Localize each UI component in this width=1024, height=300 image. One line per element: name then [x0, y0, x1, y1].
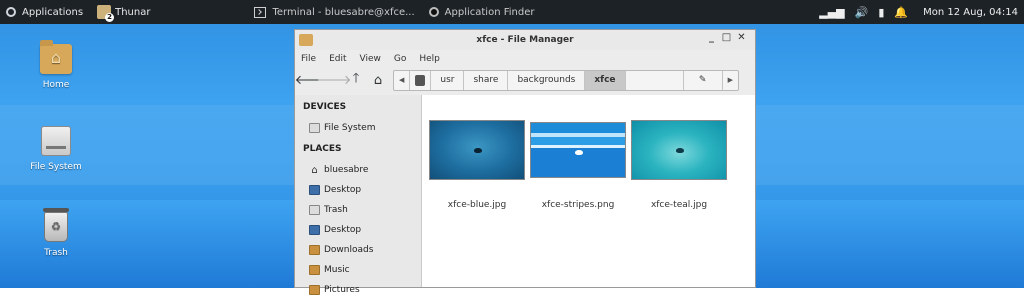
desktop-icon-trash[interactable]: Trash — [21, 208, 91, 258]
breadcrumb-root-drive[interactable] — [410, 70, 432, 90]
xfce-logo-icon — [4, 5, 18, 19]
sidebar-item-label: Trash — [324, 205, 348, 215]
breadcrumb-right-arrow-icon[interactable]: ▶ — [723, 71, 738, 90]
drive-icon — [309, 123, 320, 133]
file-item[interactable]: xfce-stripes.png — [523, 122, 633, 210]
taskbar-thunar-button[interactable]: 2 Thunar — [93, 0, 154, 24]
applications-menu-button[interactable]: Applications — [0, 0, 87, 24]
breadcrumb-spacer — [626, 70, 684, 90]
breadcrumb-xfce[interactable]: xfce — [585, 70, 626, 90]
breadcrumb-backgrounds[interactable]: backgrounds — [508, 70, 586, 90]
file-name: xfce-blue.jpg — [447, 200, 507, 210]
sidebar-item-label: Desktop — [324, 225, 362, 235]
system-tray: ▂▄▆ 🔊 ▮ 🔔 Mon 12 Aug, 04:14 — [814, 0, 1024, 24]
applications-label: Applications — [22, 6, 84, 18]
window-title: xfce - File Manager — [476, 35, 574, 45]
close-button[interactable]: ✕ — [734, 32, 749, 43]
sidebar-item-label: Downloads — [324, 245, 374, 255]
music-folder-icon — [309, 265, 320, 275]
sidebar-item-trash[interactable]: Trash — [295, 200, 421, 220]
home-folder-icon — [40, 40, 72, 74]
minimize-button[interactable]: _ — [704, 32, 719, 43]
file-manager-window: xfce - File Manager _ □ ✕ File Edit View… — [294, 29, 756, 295]
sidebar-item-bluesabre[interactable]: ⌂ bluesabre — [295, 160, 421, 180]
drive-icon — [41, 126, 71, 156]
sidebar-item-label: Desktop — [324, 185, 362, 195]
volume-icon[interactable]: 🔊 — [855, 6, 869, 19]
desktop-icon-label: Trash — [44, 248, 68, 258]
sidebar-item-music[interactable]: Music — [295, 260, 421, 280]
forward-arrow-icon[interactable]: 🡒 — [317, 70, 352, 90]
home-icon: ⌂ — [311, 165, 318, 176]
sidebar-item-desktop-2[interactable]: Desktop — [295, 220, 421, 240]
side-pane: DEVICES File System PLACES ⌂ bluesabre D… — [295, 95, 422, 295]
sidebar-item-pictures[interactable]: Pictures — [295, 280, 421, 300]
menu-file[interactable]: File — [301, 54, 316, 64]
desktop-icon-label: File System — [30, 162, 82, 172]
up-arrow-icon[interactable]: 🡑 — [345, 70, 367, 90]
trash-icon — [309, 205, 320, 215]
signal-icon[interactable]: ▂▄▆ — [819, 6, 844, 19]
sidebar-item-label: Pictures — [324, 285, 360, 295]
taskbar-terminal-button[interactable]: Terminal - bluesabre@xfce... — [250, 0, 418, 24]
taskbar-terminal-label: Terminal - bluesabre@xfce... — [272, 6, 415, 18]
sidebar-item-desktop[interactable]: Desktop — [295, 180, 421, 200]
menu-bar: File Edit View Go Help — [295, 50, 755, 68]
app-finder-icon — [428, 7, 439, 17]
menu-help[interactable]: Help — [419, 54, 440, 64]
sidebar-item-label: bluesabre — [324, 165, 369, 175]
breadcrumb-left-arrow-icon[interactable]: ◀ — [394, 70, 411, 90]
downloads-folder-icon — [309, 245, 320, 255]
desktop-icon-label: Home — [42, 80, 70, 90]
pictures-folder-icon — [309, 285, 320, 295]
battery-icon[interactable]: ▮ — [878, 6, 884, 19]
title-bar[interactable]: xfce - File Manager _ □ ✕ — [295, 30, 755, 50]
xfce-mouse-icon — [676, 148, 684, 153]
window-body: DEVICES File System PLACES ⌂ bluesabre D… — [295, 95, 755, 295]
edit-location-pencil-icon[interactable]: ✎ — [684, 70, 723, 90]
taskbar-thunar-label: Thunar — [115, 6, 151, 18]
menu-go[interactable]: Go — [394, 54, 406, 64]
toolbar: 🡐 🡒 🡑 ⌂ ◀ usr share backgrounds xfce ✎ ▶ — [295, 68, 755, 92]
window-count-badge: 2 — [105, 13, 115, 22]
trash-icon — [43, 208, 69, 242]
drive-icon — [415, 74, 426, 86]
notification-bell-icon[interactable]: 🔔 — [894, 6, 908, 19]
desktop-icon — [309, 185, 320, 195]
thumbnail — [530, 122, 626, 178]
breadcrumb-usr[interactable]: usr — [431, 70, 465, 90]
breadcrumb: ◀ usr share backgrounds xfce ✎ ▶ — [393, 69, 739, 91]
file-name: xfce-stripes.png — [541, 200, 615, 210]
breadcrumb-share[interactable]: share — [464, 70, 509, 90]
menu-edit[interactable]: Edit — [329, 54, 346, 64]
devices-header: DEVICES — [303, 102, 347, 112]
sidebar-item-label: Music — [324, 265, 350, 275]
sidebar-item-downloads[interactable]: Downloads — [295, 240, 421, 260]
file-name: xfce-teal.jpg — [650, 200, 708, 210]
desktop-icon-file-system[interactable]: File System — [21, 126, 91, 172]
file-item[interactable]: xfce-teal.jpg — [624, 120, 734, 210]
sidebar-item-label: File System — [324, 123, 376, 133]
desktop-icon — [309, 225, 320, 235]
terminal-icon — [254, 6, 267, 18]
top-panel: Applications 2 Thunar Terminal - bluesab… — [0, 0, 1024, 24]
places-header: PLACES — [303, 144, 342, 154]
file-item[interactable]: xfce-blue.jpg — [422, 120, 532, 210]
thumbnail — [429, 120, 525, 180]
sidebar-item-file-system[interactable]: File System — [295, 118, 421, 138]
taskbar-appfinder-button[interactable]: Application Finder — [425, 0, 539, 24]
thumbnail — [631, 120, 727, 180]
file-view: xfce-blue.jpg xfce-stripes.png xfce-teal… — [422, 95, 755, 287]
xfce-mouse-icon — [575, 150, 583, 155]
menu-view[interactable]: View — [360, 54, 381, 64]
taskbar-appfinder-label: Application Finder — [444, 6, 535, 18]
folder-icon: 2 — [97, 5, 115, 22]
home-icon[interactable]: ⌂ — [367, 70, 389, 90]
desktop-icon-home[interactable]: Home — [21, 40, 91, 90]
xfce-mouse-icon — [474, 148, 482, 153]
clock[interactable]: Mon 12 Aug, 04:14 — [913, 7, 1024, 18]
maximize-button[interactable]: □ — [719, 32, 734, 43]
